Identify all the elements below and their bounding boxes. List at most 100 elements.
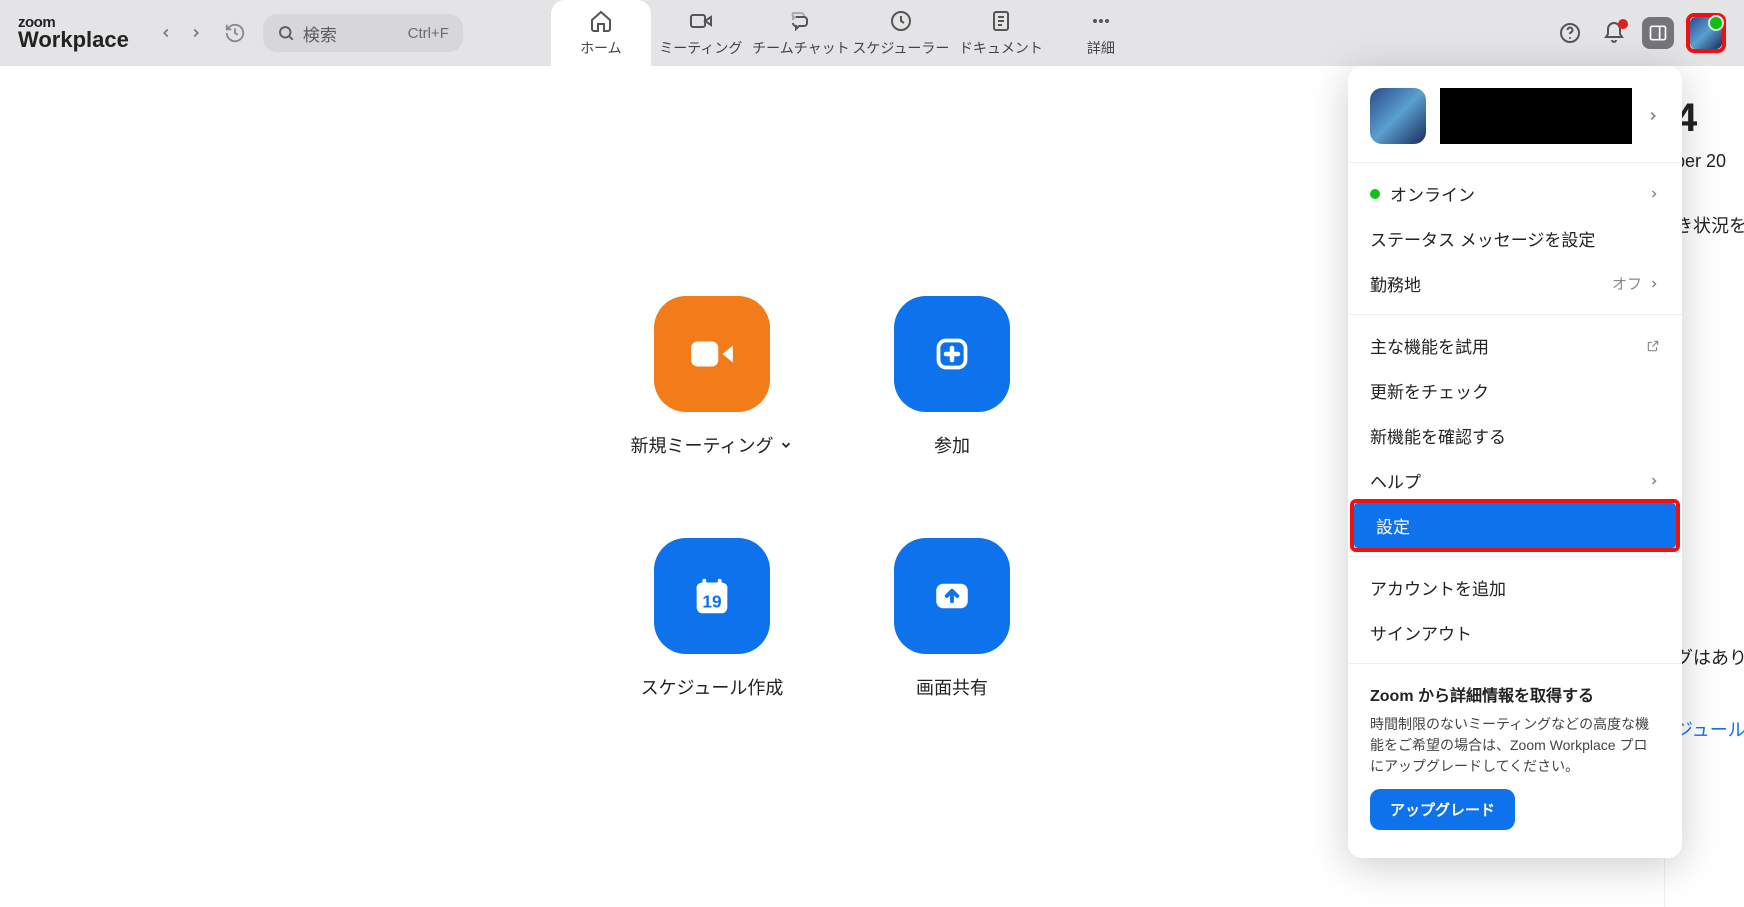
menu-try-features-label: 主な機能を試用 [1370,333,1489,358]
separator [1348,162,1682,163]
svg-text:19: 19 [702,592,721,612]
tab-document[interactable]: ドキュメント [951,0,1051,66]
share-screen-icon [931,575,973,617]
nav-arrows [147,22,215,44]
tab-home[interactable]: ホーム [551,0,651,66]
notifications-button[interactable] [1598,17,1630,49]
brand-logo: zoom Workplace [0,14,147,53]
tab-home-label: ホーム [580,38,622,58]
home-icon [588,8,614,34]
profile-name-redacted [1440,88,1632,144]
help-button[interactable] [1554,17,1586,49]
document-icon [988,8,1014,34]
share-item: 画面共有 [852,538,1052,700]
menu-settings[interactable]: 設定 [1354,503,1676,548]
join-label: 参加 [934,432,970,458]
panel-icon [1648,23,1668,43]
profile-avatar [1370,88,1426,144]
tab-scheduler[interactable]: スケジューラー [851,0,951,66]
menu-settings-label: 設定 [1376,513,1410,538]
tab-more-label: 詳細 [1087,38,1115,58]
profile-header[interactable] [1348,78,1682,154]
side-schedule-link[interactable]: ジュール [1675,716,1744,742]
schedule-label-row: スケジュール作成 [641,674,784,700]
join-item: 参加 [852,296,1052,458]
tab-more[interactable]: 詳細 [1051,0,1151,66]
menu-sign-out[interactable]: サインアウト [1348,610,1682,655]
join-button[interactable] [894,296,1010,412]
chevron-right-icon [1648,475,1660,487]
history-icon [224,22,246,44]
new-meeting-label: 新規ミーティング [631,432,774,458]
schedule-label: スケジュール作成 [641,674,784,700]
search-icon [277,24,295,42]
menu-online[interactable]: オンライン [1348,171,1682,216]
tab-meeting-label: ミーティング [659,38,742,58]
search-input[interactable]: 検索 Ctrl+F [263,14,463,52]
menu-work-location-label: 勤務地 [1370,271,1421,296]
nav-back-button[interactable] [155,22,177,44]
menu-help-label: ヘルプ [1370,468,1421,493]
avatar-image [1690,17,1722,49]
tab-meeting[interactable]: ミーティング [651,0,751,66]
top-right-controls [1554,13,1744,53]
new-meeting-button[interactable] [654,296,770,412]
tab-scheduler-label: スケジューラー [852,38,949,58]
upgrade-promo: Zoom から詳細情報を取得する 時間制限のないミーティングなどの高度な機能をご… [1348,672,1682,840]
calendar-icon: 19 [689,573,735,619]
chevron-right-icon [1648,188,1660,200]
external-link-icon [1646,339,1660,353]
upgrade-button[interactable]: アップグレード [1370,789,1515,830]
separator [1348,556,1682,557]
profile-avatar-button[interactable] [1686,13,1726,53]
schedule-button[interactable]: 19 [654,538,770,654]
tab-document-label: ドキュメント [959,38,1043,58]
menu-add-account[interactable]: アカウントを追加 [1348,565,1682,610]
promo-title: Zoom から詳細情報を取得する [1370,682,1660,706]
menu-set-status[interactable]: ステータス メッセージを設定 [1348,216,1682,261]
share-button[interactable] [894,538,1010,654]
menu-try-features[interactable]: 主な機能を試用 [1348,323,1682,368]
search-placeholder: 検索 [303,21,408,46]
help-icon [1558,21,1582,45]
chevron-down-icon [779,438,793,452]
schedule-item: 19 スケジュール作成 [612,538,812,700]
history-button[interactable] [223,21,247,45]
promo-text: 時間制限のないミーティングなどの高度な機能をご希望の場合は、Zoom Workp… [1370,714,1660,777]
plus-icon [934,336,970,372]
video-icon [688,8,714,34]
chevron-right-icon [1646,109,1660,123]
menu-help[interactable]: ヘルプ [1348,458,1682,503]
share-label: 画面共有 [916,674,988,700]
nav-tabs: ホーム ミーティング チームチャット スケジューラー ドキュメント 詳細 [551,0,1151,66]
tab-teamchat[interactable]: チームチャット [751,0,851,66]
side-no-meeting-text: グはありま [1675,644,1744,670]
new-meeting-label-row[interactable]: 新規ミーティング [631,432,794,458]
menu-check-update-label: 更新をチェック [1370,378,1489,403]
menu-add-account-label: アカウントを追加 [1370,575,1506,600]
more-icon [1088,8,1114,34]
brand-workplace: Workplace [18,27,129,53]
menu-whats-new[interactable]: 新機能を確認する [1348,413,1682,458]
video-fill-icon [687,329,737,379]
separator [1348,314,1682,315]
profile-menu: オンライン ステータス メッセージを設定 勤務地 オフ 主な機能を試用 更新をチ… [1348,66,1682,858]
clock-icon [888,8,914,34]
status-online-icon [1370,189,1380,199]
chevron-right-icon [189,26,203,40]
side-avail-text: き状況を確 [1675,212,1744,238]
chevron-left-icon [159,26,173,40]
menu-check-update[interactable]: 更新をチェック [1348,368,1682,413]
new-meeting-item: 新規ミーティング [612,296,812,458]
menu-work-location[interactable]: 勤務地 オフ [1348,261,1682,306]
separator [1348,663,1682,664]
menu-set-status-label: ステータス メッセージを設定 [1370,226,1595,251]
bell-icon [1602,21,1626,45]
top-bar: zoom Workplace 検索 Ctrl+F ホーム ミーティング チームチ… [0,0,1744,66]
menu-whats-new-label: 新機能を確認する [1370,423,1506,448]
join-label-row: 参加 [934,432,970,458]
menu-sign-out-label: サインアウト [1370,620,1472,645]
nav-forward-button[interactable] [185,22,207,44]
share-label-row: 画面共有 [916,674,988,700]
panel-toggle-button[interactable] [1642,17,1674,49]
